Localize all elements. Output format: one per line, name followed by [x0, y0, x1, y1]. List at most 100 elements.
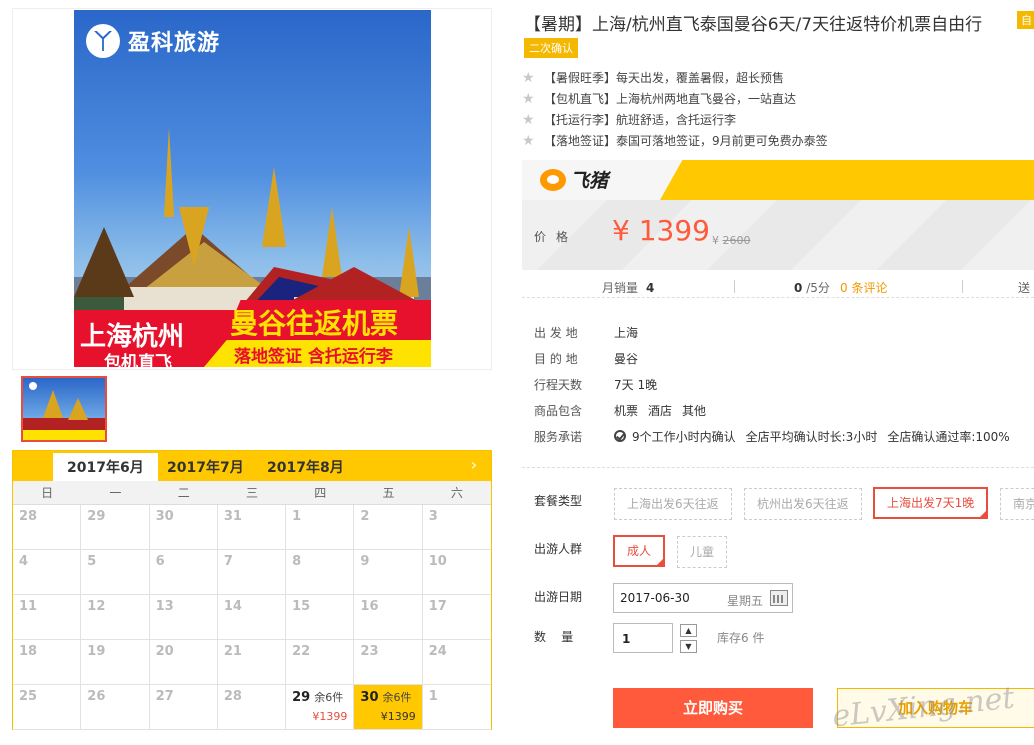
tab-month-july[interactable]: 2017年7月: [153, 453, 258, 481]
current-price: ¥ 1399: [612, 214, 710, 247]
attr-value: 曼谷: [614, 352, 639, 366]
thumbnail-1[interactable]: [21, 376, 107, 442]
calendar-day-available[interactable]: 29 余6件 ¥1399: [286, 685, 355, 730]
day-number: 30: [360, 690, 379, 705]
feature-text: 【落地签证】泰国可落地签证，9月前更可免费办泰签: [544, 134, 828, 148]
day-number: 25: [19, 689, 38, 704]
traveler-option-selected[interactable]: 成人: [613, 535, 666, 567]
auto-confirm-tag: 自: [1017, 11, 1034, 29]
platform-name: 飞猪: [570, 170, 609, 192]
calendar-day: 13: [149, 595, 218, 640]
section-divider: [522, 467, 1034, 468]
main-product-image[interactable]: 盈科旅游 上海杭州 包机直飞 曼谷往返机票 落地签证 含托运行李: [74, 10, 431, 367]
calendar-day: 27: [149, 685, 218, 730]
attr-row-service: 服务承诺 9个工作小时内确认 全店平均确认时长:3小时 全店确认通过率:100%: [534, 428, 1010, 454]
attr-row-origin: 出 发 地 上海: [534, 324, 1010, 350]
calendar-icon[interactable]: [770, 590, 788, 606]
feature-text: 【暑假旺季】每天出发，覆盖暑假，超长预售: [544, 71, 785, 85]
calendar-day: 1: [422, 685, 491, 730]
buy-now-button[interactable]: 立即购买: [613, 688, 813, 728]
monthly-sales-value: 4: [646, 281, 655, 295]
package-option[interactable]: 南京: [1000, 488, 1034, 520]
feature-item: ★ 【暑假旺季】每天出发，覆盖暑假，超长预售: [522, 68, 828, 89]
day-number: 15: [292, 599, 311, 614]
travel-date-input[interactable]: 2017-06-30 星期五: [613, 583, 793, 613]
thumbnail-image: [23, 382, 105, 440]
day-number: 9: [360, 554, 370, 569]
attr-row-duration: 行程天数 7天 1晚: [534, 376, 1010, 402]
feature-item: ★ 【托运行李】航班舒适，含托运行李: [522, 110, 828, 131]
day-number: 18: [19, 644, 38, 659]
add-to-cart-button[interactable]: 加入购物车: [837, 688, 1034, 728]
travel-date-label: 出游日期: [534, 590, 583, 604]
brand-logo-icon: [86, 24, 120, 58]
calendar-day: 17: [422, 595, 491, 640]
feature-text: 【包机直飞】上海杭州两地直飞曼谷，一站直达: [544, 92, 797, 106]
day-stock: 余6件: [314, 691, 344, 704]
tab-month-august[interactable]: 2017年8月: [253, 453, 358, 481]
day-number: 20: [155, 644, 174, 659]
calendar-day: 15: [286, 595, 355, 640]
day-price: ¥1399: [380, 710, 416, 723]
promo-charter: 包机直飞: [104, 353, 172, 367]
package-option-selected[interactable]: 上海出发7天1晚: [873, 487, 989, 519]
pig-logo-icon: [540, 168, 566, 191]
day-number: 19: [87, 644, 106, 659]
promo-subline: 落地签证 含托运行李: [234, 347, 393, 367]
attr-value: 9个工作小时内确认 全店平均确认时长:3小时 全店确认通过率:100%: [614, 428, 1010, 454]
gift-label: 送: [1018, 281, 1031, 295]
include-item: 机票: [614, 404, 639, 418]
attr-key: 目 的 地: [534, 352, 578, 366]
calendar-day: 3: [422, 505, 491, 550]
next-month-arrow-icon[interactable]: ›: [467, 456, 481, 474]
day-number: 1: [428, 689, 438, 704]
monthly-sales: 月销量 4: [602, 279, 654, 296]
sales-stats: 月销量 4 0 /5分 0 条评论 送: [522, 276, 1034, 298]
calendar-day-selected[interactable]: 30 余6件 ¥1399: [354, 685, 423, 730]
rating-score-value: 0: [794, 281, 803, 295]
departure-calendar: 2017年6月 2017年7月 2017年8月 › 日一二三四五六 28 29 30…: [12, 450, 492, 730]
package-option[interactable]: 上海出发6天往返: [614, 488, 732, 520]
calendar-day: 10: [422, 550, 491, 595]
day-number: 21: [223, 644, 242, 659]
stats-divider: [962, 280, 963, 293]
package-type-label: 套餐类型: [534, 494, 583, 508]
quantity-increase-icon[interactable]: ▲: [680, 624, 697, 637]
calendar-day: 25: [13, 685, 82, 730]
day-number: 5: [87, 554, 97, 569]
calendar-day: 18: [13, 640, 82, 685]
weekday-header: 日一二三四五六: [13, 481, 491, 505]
calendar-day: 24: [422, 640, 491, 685]
second-confirm-tag: 二次确认: [524, 38, 578, 58]
day-price: ¥1399: [312, 710, 348, 723]
day-number: 16: [360, 599, 379, 614]
weekday-label: 二: [177, 486, 190, 500]
tab-month-june[interactable]: 2017年6月: [53, 453, 158, 481]
original-price-value: 2600: [722, 234, 751, 247]
package-option[interactable]: 杭州出发6天往返: [744, 488, 862, 520]
feature-item: ★ 【落地签证】泰国可落地签证，9月前更可免费办泰签: [522, 131, 828, 152]
calendar-day: 9: [354, 550, 423, 595]
check-circle-icon: [614, 430, 626, 442]
monthly-sales-label: 月销量: [602, 281, 639, 295]
include-item: 其他: [682, 404, 707, 418]
stock-count: 库存6 件: [717, 631, 765, 645]
attr-value: 机票 酒店 其他: [614, 402, 706, 428]
day-number: 14: [223, 599, 242, 614]
calendar-day: 26: [81, 685, 150, 730]
product-title: 【暑期】上海/杭州直飞泰国曼谷6天/7天往返特价机票自由行: [524, 15, 983, 35]
weekday-label: 四: [314, 486, 327, 500]
quantity-decrease-icon[interactable]: ▼: [680, 640, 697, 653]
calendar-day: 28: [217, 685, 287, 730]
traveler-option[interactable]: 儿童: [677, 536, 728, 568]
review-count-link[interactable]: 0 条评论: [840, 279, 887, 296]
feature-list: ★ 【暑假旺季】每天出发，覆盖暑假，超长预售 ★ 【包机直飞】上海杭州两地直飞曼谷，…: [522, 68, 828, 152]
calendar-day: 2: [354, 505, 423, 550]
travel-date-weekday: 星期五: [727, 594, 764, 608]
day-number: 13: [155, 599, 174, 614]
day-number: 29: [87, 509, 106, 524]
day-number: 1: [292, 509, 302, 524]
attr-row-destination: 目 的 地 曼谷: [534, 350, 1010, 376]
day-stock: 余6件: [382, 691, 412, 704]
quantity-input[interactable]: 1: [613, 623, 673, 653]
